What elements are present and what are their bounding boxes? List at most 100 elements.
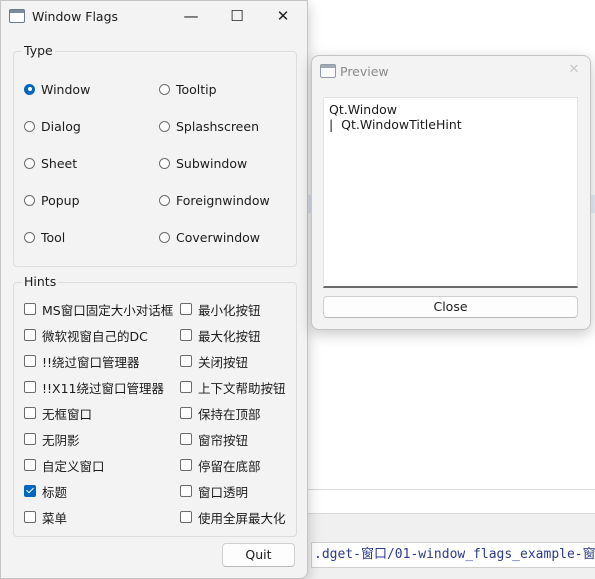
radio-foreignwindow[interactable]: Foreignwindow bbox=[159, 191, 270, 209]
checkbox-x11-bypass-window-manager[interactable]: !!X11绕过窗口管理器 bbox=[24, 378, 164, 396]
checkbox-label: 关闭按钮 bbox=[198, 354, 249, 370]
hints-group-title: Hints bbox=[22, 274, 59, 289]
quit-button[interactable]: Quit bbox=[222, 543, 295, 567]
checkbox-stays-on-top[interactable]: 保持在顶部 bbox=[180, 404, 261, 422]
radio-tool[interactable]: Tool bbox=[24, 228, 65, 246]
radio-indicator bbox=[24, 120, 35, 132]
minimize-icon[interactable]: — bbox=[181, 6, 201, 26]
checkbox-indicator bbox=[180, 511, 192, 523]
checkbox-context-help-button[interactable]: 上下文帮助按钮 bbox=[180, 378, 286, 396]
preview-close-icon[interactable]: ✕ bbox=[564, 60, 584, 80]
checkbox-indicator bbox=[24, 459, 36, 471]
checkbox-indicator bbox=[180, 303, 192, 315]
preview-window: Preview ✕ Qt.Window | Qt.WindowTitleHint… bbox=[311, 55, 591, 330]
checkbox-transparent-input[interactable]: 窗口透明 bbox=[180, 482, 248, 500]
checkbox-indicator bbox=[180, 381, 192, 393]
checkbox-label: 最大化按钮 bbox=[198, 328, 261, 344]
checkbox-indicator bbox=[24, 329, 36, 341]
preview-app-icon bbox=[320, 64, 336, 78]
checkbox-minimize-button[interactable]: 最小化按钮 bbox=[180, 300, 261, 318]
close-icon[interactable]: ✕ bbox=[273, 6, 293, 26]
checkbox-label: MS窗口固定大小对话框 bbox=[42, 302, 174, 318]
checkbox-label: 最小化按钮 bbox=[198, 302, 261, 318]
checkbox-indicator bbox=[24, 303, 36, 315]
radio-indicator bbox=[24, 157, 35, 169]
radio-subwindow[interactable]: Subwindow bbox=[159, 154, 247, 172]
radio-indicator bbox=[159, 157, 170, 169]
radio-indicator bbox=[24, 231, 35, 243]
radio-indicator bbox=[24, 83, 35, 95]
checkbox-shade-button[interactable]: 窗帘按钮 bbox=[180, 430, 248, 448]
checkbox-label: 保持在顶部 bbox=[198, 406, 261, 422]
checkbox-indicator bbox=[180, 329, 192, 341]
checkbox-window-title[interactable]: 标题 bbox=[24, 482, 67, 500]
radio-tooltip[interactable]: Tooltip bbox=[159, 80, 217, 98]
checkbox-close-button[interactable]: 关闭按钮 bbox=[180, 352, 248, 370]
checkbox-label: 无框窗口 bbox=[42, 406, 93, 422]
checkbox-indicator bbox=[24, 355, 36, 367]
checkbox-indicator bbox=[24, 407, 36, 419]
checkbox-indicator bbox=[24, 433, 36, 445]
radio-sheet[interactable]: Sheet bbox=[24, 154, 77, 172]
checkbox-no-drop-shadow[interactable]: 无阴影 bbox=[24, 430, 80, 448]
preview-window-title: Preview bbox=[340, 64, 389, 79]
radio-label: Tooltip bbox=[176, 81, 217, 97]
checkbox-label: !!绕过窗口管理器 bbox=[42, 354, 140, 370]
checkbox-system-menu[interactable]: 菜单 bbox=[24, 508, 67, 526]
checkbox-indicator bbox=[24, 485, 36, 497]
checkbox-label: 窗帘按钮 bbox=[198, 432, 249, 448]
radio-label: Coverwindow bbox=[176, 229, 261, 245]
radio-popup[interactable]: Popup bbox=[24, 191, 80, 209]
checkbox-label: !!X11绕过窗口管理器 bbox=[42, 380, 164, 396]
checkbox-maximize-button[interactable]: 最大化按钮 bbox=[180, 326, 261, 344]
checkbox-ms-fixed-size-dialog[interactable]: MS窗口固定大小对话框 bbox=[24, 300, 173, 318]
checkbox-ms-own-dc[interactable]: 微软视窗自己的DC bbox=[24, 326, 148, 344]
radio-label: Sheet bbox=[41, 155, 78, 171]
preview-flags-text[interactable]: Qt.Window | Qt.WindowTitleHint bbox=[323, 97, 578, 288]
checkbox-indicator bbox=[24, 381, 36, 393]
checkbox-indicator bbox=[24, 511, 36, 523]
radio-coverwindow[interactable]: Coverwindow bbox=[159, 228, 260, 246]
radio-dialog[interactable]: Dialog bbox=[24, 117, 81, 135]
checkbox-label: 微软视窗自己的DC bbox=[42, 328, 148, 344]
radio-label: Splashscreen bbox=[176, 118, 259, 134]
radio-indicator bbox=[159, 83, 170, 95]
radio-label: Foreignwindow bbox=[176, 192, 270, 208]
radio-label: Window bbox=[41, 81, 91, 97]
checkbox-indicator bbox=[180, 485, 192, 497]
radio-indicator bbox=[159, 194, 170, 206]
preview-line: Qt.Window bbox=[329, 102, 397, 117]
checkbox-frameless-window[interactable]: 无框窗口 bbox=[24, 404, 92, 422]
checkbox-label: 自定义窗口 bbox=[42, 458, 105, 474]
radio-label: Subwindow bbox=[176, 155, 248, 171]
background-divider bbox=[307, 489, 595, 490]
checkbox-label: 标题 bbox=[42, 484, 68, 500]
main-titlebar[interactable]: Window Flags — ☐ ✕ bbox=[1, 1, 307, 31]
maximize-icon[interactable]: ☐ bbox=[227, 6, 247, 26]
checkbox-bypass-window-manager[interactable]: !!绕过窗口管理器 bbox=[24, 352, 140, 370]
window-flags-window: Window Flags — ☐ ✕ Type Window Dialog Sh… bbox=[0, 0, 308, 579]
radio-indicator bbox=[159, 120, 170, 132]
checkbox-label: 无阴影 bbox=[42, 432, 80, 448]
preview-close-button[interactable]: Close bbox=[323, 296, 578, 318]
radio-indicator bbox=[24, 194, 35, 206]
checkbox-stays-on-bottom[interactable]: 停留在底部 bbox=[180, 456, 261, 474]
main-window-title: Window Flags bbox=[32, 9, 119, 24]
checkbox-label: 菜单 bbox=[42, 510, 68, 526]
preview-titlebar[interactable]: Preview ✕ bbox=[312, 56, 590, 86]
background-path-field[interactable]: .dget-窗口/01-window_flags_example-窗口 bbox=[311, 542, 595, 568]
checkbox-label: 使用全屏最大化 bbox=[198, 510, 286, 526]
window-app-icon bbox=[9, 9, 25, 23]
type-group-title: Type bbox=[22, 43, 55, 58]
checkbox-indicator bbox=[180, 355, 192, 367]
checkbox-customize-window[interactable]: 自定义窗口 bbox=[24, 456, 105, 474]
checkbox-indicator bbox=[180, 459, 192, 471]
checkbox-fullscreen-maximize[interactable]: 使用全屏最大化 bbox=[180, 508, 286, 526]
radio-label: Dialog bbox=[41, 118, 81, 134]
radio-splashscreen[interactable]: Splashscreen bbox=[159, 117, 259, 135]
radio-window[interactable]: Window bbox=[24, 80, 90, 98]
checkbox-label: 窗口透明 bbox=[198, 484, 249, 500]
preview-line: | Qt.WindowTitleHint bbox=[329, 117, 462, 132]
checkbox-indicator bbox=[180, 433, 192, 445]
checkbox-label: 停留在底部 bbox=[198, 458, 261, 474]
